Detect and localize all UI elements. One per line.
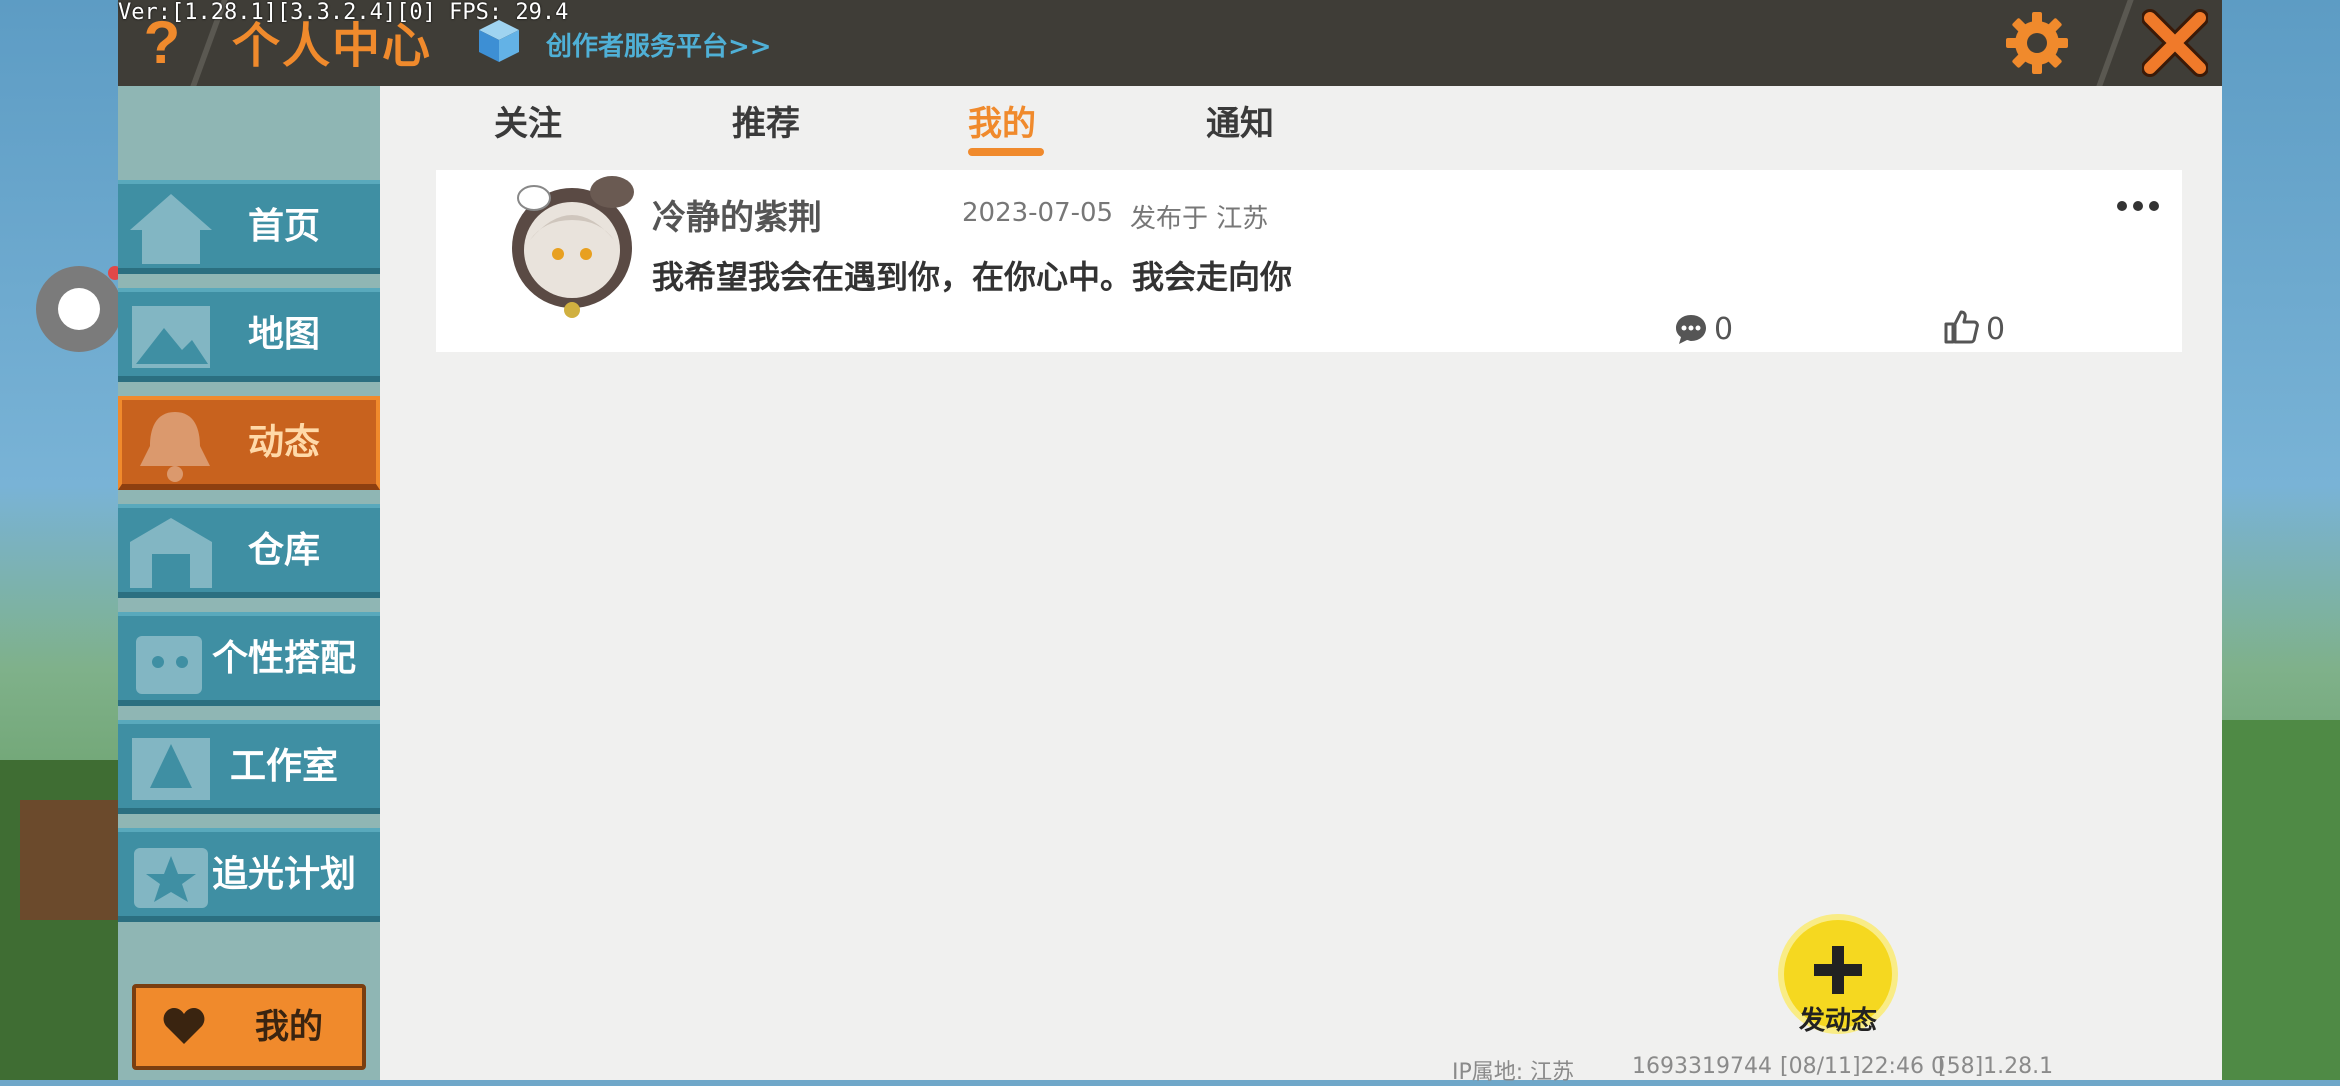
post-location: 发布于 江苏: [1130, 204, 1269, 234]
floating-assist-ball-center: [58, 288, 100, 330]
sidebar-item-studio[interactable]: 工作室: [118, 720, 380, 814]
create-post-label: 发动态: [1798, 1006, 1877, 1036]
creator-platform-link[interactable]: 创作者服务平台>>: [546, 26, 772, 63]
plus-icon: [1814, 946, 1862, 994]
timestamp: [08/11]22:46 0: [1780, 1054, 1945, 1079]
sidebar-item-label: 首页: [247, 206, 320, 247]
sidebar-item-label: 动态: [247, 422, 320, 463]
tab-follow[interactable]: 关注: [494, 96, 562, 145]
like-count: 0: [1986, 312, 2006, 347]
comment-icon[interactable]: [1674, 312, 1708, 346]
background-block: [20, 800, 120, 920]
sidebar-item-outfit[interactable]: 个性搭配: [118, 612, 380, 706]
thumbs-up-icon[interactable]: [1942, 308, 1980, 346]
post-author[interactable]: 冷静的紫荆: [652, 190, 822, 239]
avatar[interactable]: [500, 170, 650, 320]
post-date: 2023-07-05: [962, 198, 1114, 228]
sidebar-item-warehouse[interactable]: 仓库: [118, 504, 380, 598]
debug-overlay: Ver:[1.28.1][3.3.2.4][0] FPS: 29.4: [118, 0, 569, 25]
sidebar-item-label: 仓库: [247, 530, 320, 571]
sidebar-item-label: 个性搭配: [211, 638, 356, 679]
background-ground-right: [2210, 720, 2340, 1080]
gear-icon[interactable]: [2004, 10, 2070, 76]
heart-icon: [163, 1008, 205, 1044]
sidebar-item-label: 工作室: [229, 746, 338, 787]
my-button[interactable]: 我的: [132, 984, 366, 1070]
tab-notifications[interactable]: 通知: [1206, 96, 1274, 145]
sidebar-item-light-chase[interactable]: 追光计划: [118, 828, 380, 922]
more-options-icon[interactable]: [2116, 196, 2160, 216]
tab-mine[interactable]: 我的: [968, 96, 1036, 145]
user-id: 1693319744: [1632, 1054, 1772, 1079]
sidebar-item-map[interactable]: 地图: [118, 288, 380, 382]
close-icon[interactable]: [2142, 8, 2208, 78]
sidebar-item-feed[interactable]: 动态: [118, 396, 380, 490]
ip-location: IP属地: 江苏: [1452, 1060, 1575, 1085]
my-button-label: 我的: [255, 1007, 323, 1047]
build-version: [58]1.28.1: [1938, 1054, 2054, 1079]
active-tab-indicator: [968, 148, 1044, 156]
sidebar-item-label: 地图: [247, 314, 320, 355]
tab-recommend[interactable]: 推荐: [732, 96, 800, 145]
sidebar-item-home[interactable]: 首页: [118, 180, 380, 274]
post-text: 我希望我会在遇到你，在你心中。我会走向你: [652, 258, 1293, 296]
comment-count: 0: [1714, 312, 1734, 347]
sidebar-item-label: 追光计划: [211, 854, 356, 895]
